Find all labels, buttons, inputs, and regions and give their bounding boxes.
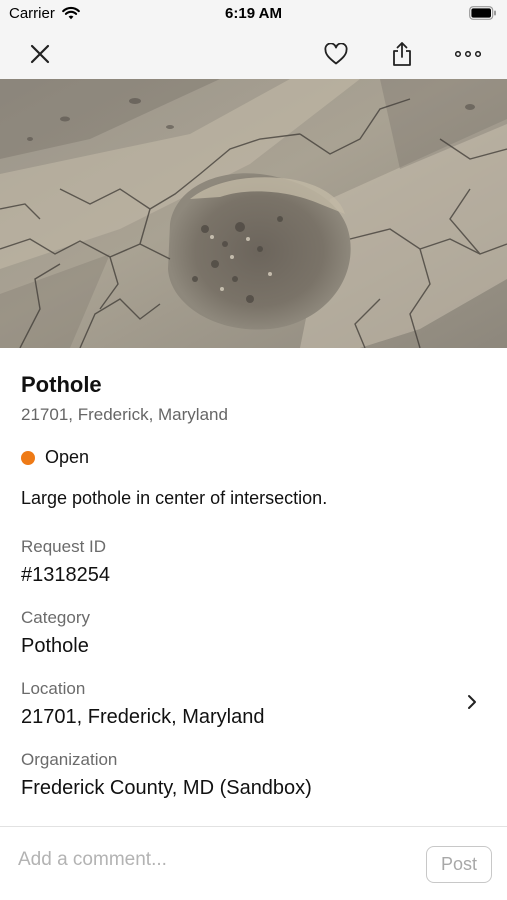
- share-icon: [393, 41, 411, 66]
- chevron-right-icon: [467, 694, 477, 715]
- comment-bar: Post: [0, 826, 507, 900]
- close-button[interactable]: [20, 28, 60, 79]
- request-description: Large pothole in center of intersection.: [21, 488, 328, 508]
- favorite-button[interactable]: [316, 28, 356, 79]
- location-value: 21701, Frederick, Maryland: [21, 706, 265, 728]
- location-label: Location: [21, 679, 86, 698]
- post-button[interactable]: Post: [426, 846, 492, 883]
- close-icon: [30, 44, 50, 63]
- request-id-label: Request ID: [21, 537, 107, 556]
- clock: 6:19 AM: [225, 5, 282, 22]
- organization-label: Organization: [21, 750, 118, 769]
- heart-icon: [324, 42, 348, 64]
- battery-icon: [469, 6, 497, 25]
- status-indicator-icon: [21, 450, 35, 465]
- request-address: 21701, Frederick, Maryland: [21, 405, 228, 424]
- organization-value: Frederick County, MD (Sandbox): [21, 777, 312, 799]
- request-detail-screen: Carrier 6:19 AM Pothole 21701, Frederick…: [0, 0, 507, 900]
- category-value: Pothole: [21, 635, 89, 657]
- more-options-button[interactable]: [448, 28, 488, 79]
- category-label: Category: [21, 608, 90, 627]
- request-id-field: Request ID #1318254: [21, 536, 487, 588]
- request-title: Pothole: [21, 372, 102, 397]
- status-label: Open: [45, 447, 90, 467]
- more-icon: [455, 50, 481, 57]
- request-photo[interactable]: [0, 79, 507, 348]
- status-row: Open: [21, 447, 89, 468]
- request-details: Pothole 21701, Frederick, Maryland Open …: [0, 348, 507, 826]
- request-id-value: #1318254: [21, 564, 110, 586]
- comment-input[interactable]: [18, 845, 408, 875]
- share-button[interactable]: [382, 28, 422, 79]
- category-field: Category Pothole: [21, 607, 487, 659]
- status-bar: Carrier 6:19 AM: [0, 0, 507, 28]
- organization-field: Organization Frederick County, MD (Sandb…: [21, 749, 487, 801]
- navigation-bar: [0, 28, 507, 79]
- location-row[interactable]: Location 21701, Frederick, Maryland: [21, 678, 487, 730]
